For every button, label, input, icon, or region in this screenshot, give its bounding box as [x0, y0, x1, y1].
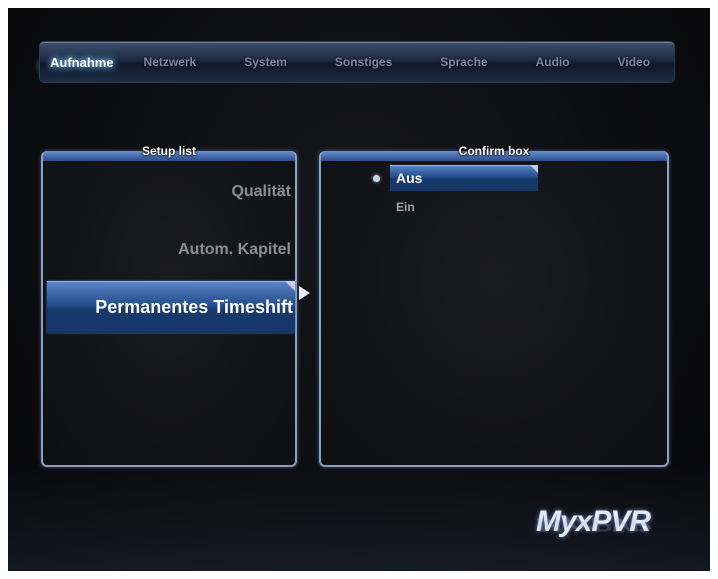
confirm-box-title: Confirm box [458, 144, 530, 158]
confirm-box-panel: Confirm box Aus Ein [319, 144, 669, 467]
setup-list-panel: Setup list Qualität Autom. Kapitel Perma… [41, 144, 297, 467]
tab-aufnahme[interactable]: Aufnahme [44, 55, 120, 70]
tab-sonstiges[interactable]: Sonstiges [311, 55, 416, 69]
setup-list-title: Setup list [141, 144, 196, 158]
corner-notch-icon [530, 165, 538, 173]
brand-logo-reflection: MyxPVR [536, 514, 651, 534]
setup-item-autom-kapitel[interactable]: Autom. Kapitel [178, 241, 291, 259]
tab-system[interactable]: System [220, 55, 311, 69]
setup-item-qualitaet[interactable]: Qualität [231, 183, 291, 201]
tab-netzwerk[interactable]: Netzwerk [120, 55, 221, 69]
tab-bar: Aufnahme Netzwerk System Sonstiges Sprac… [40, 42, 674, 82]
setup-item-label: Permanentes Timeshift [95, 296, 293, 317]
option-label: Aus [396, 170, 423, 186]
tab-video[interactable]: Video [594, 55, 674, 69]
tv-screen: Aufnahme Netzwerk System Sonstiges Sprac… [8, 8, 710, 571]
corner-notch-icon [285, 281, 295, 291]
option-aus[interactable]: Aus [390, 165, 538, 191]
radio-dot-icon [373, 175, 380, 182]
setup-item-permanentes-timeshift[interactable]: Permanentes Timeshift [47, 281, 295, 333]
tab-audio[interactable]: Audio [512, 55, 594, 69]
tab-sprache[interactable]: Sprache [416, 55, 511, 69]
option-ein[interactable]: Ein [396, 200, 415, 214]
arrow-right-icon [299, 286, 310, 300]
